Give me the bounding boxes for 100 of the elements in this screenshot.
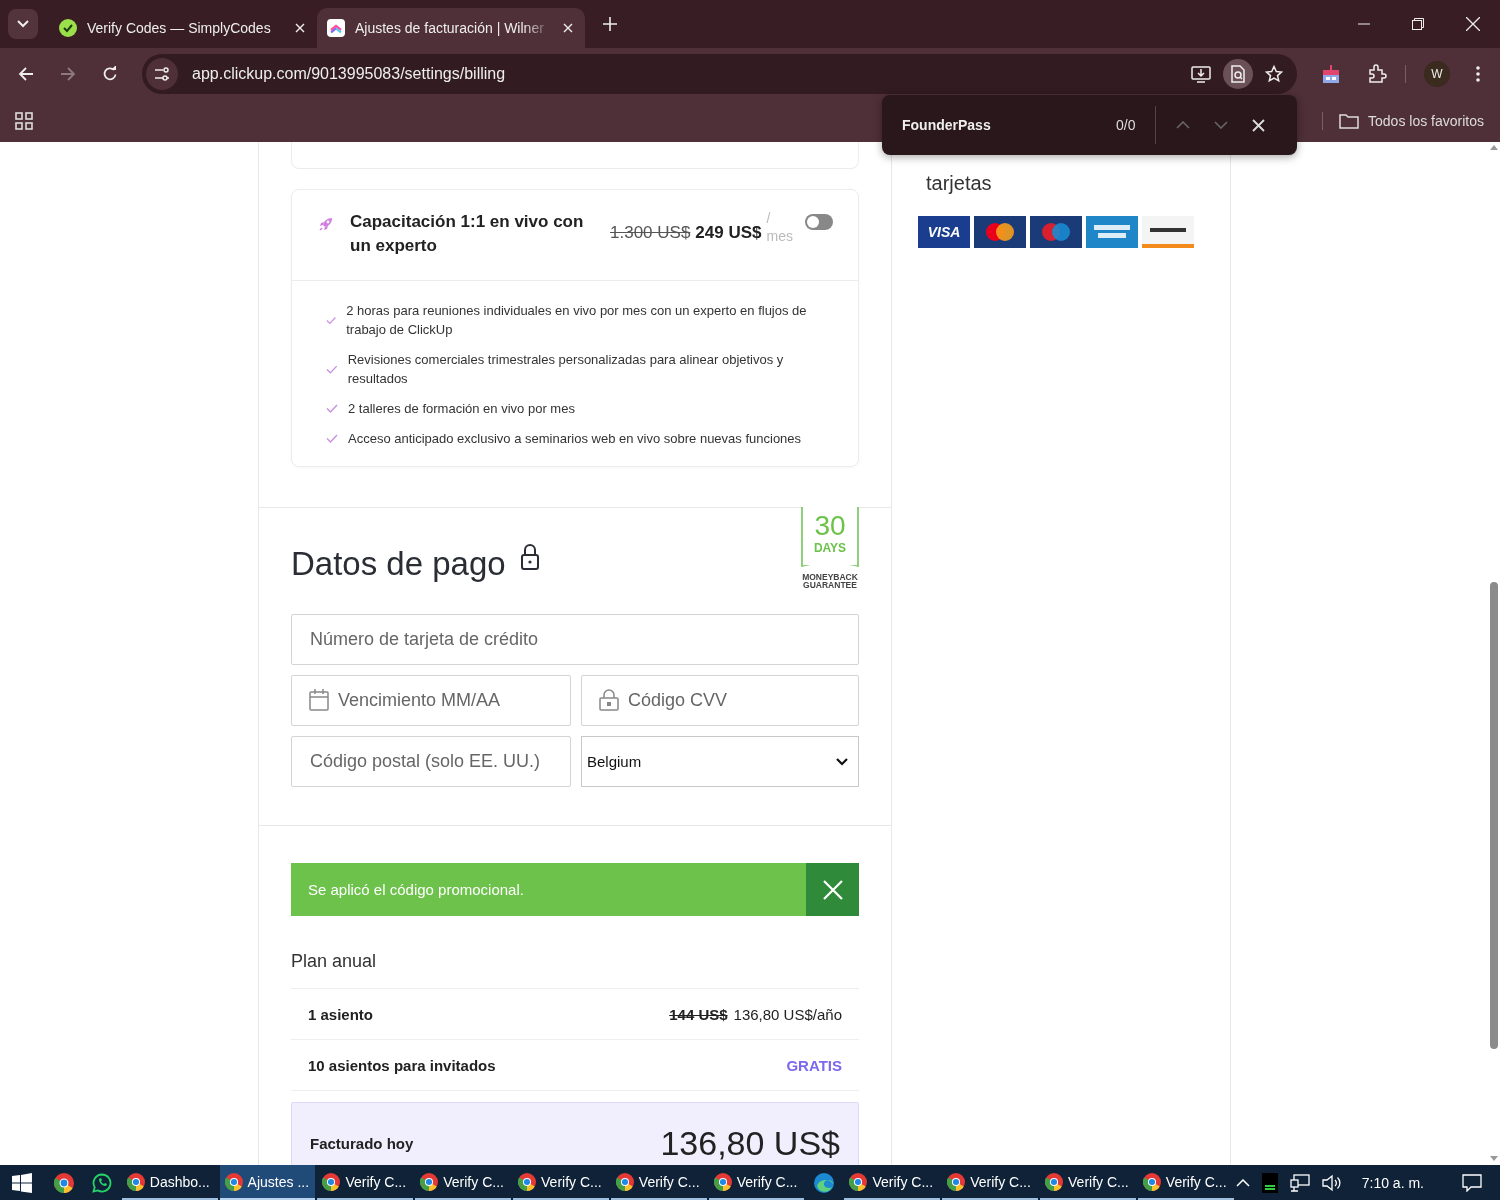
menu-icon[interactable] — [1476, 66, 1480, 82]
card-logo-icon — [1086, 216, 1138, 248]
close-icon[interactable] — [295, 23, 305, 33]
star-icon[interactable] — [1265, 65, 1283, 83]
close-icon — [822, 879, 843, 900]
reload-icon[interactable] — [102, 66, 118, 82]
card-logo: VISA — [918, 216, 970, 248]
toggle-switch[interactable] — [804, 214, 833, 230]
volume-icon[interactable] — [1321, 1173, 1342, 1192]
taskbar-window[interactable]: Verify C... — [708, 1165, 805, 1200]
chrome-icon — [126, 1172, 145, 1191]
billing-period: mes — [766, 228, 793, 244]
forward-icon[interactable] — [60, 66, 76, 82]
scroll-up-icon[interactable] — [1490, 145, 1498, 150]
feature-text: Revisiones comerciales trimestrales personalizadas para alinear objetivos y resultados — [347, 351, 785, 388]
taskbar-window[interactable]: Dashbo... — [121, 1165, 218, 1200]
feature-text: 2 horas para reuniones individuales en vivo por mes con un experto en flujos de trabajo de ClickUp — [346, 302, 808, 339]
bookmarks-folder[interactable]: Todos los favoritos — [1339, 113, 1484, 129]
old-price: 144 US$ — [669, 1005, 728, 1023]
taskbar-window[interactable]: Verify C... — [844, 1165, 941, 1200]
section-title: Datos de pago — [291, 544, 506, 583]
total-label: Facturado hoy — [310, 1134, 414, 1152]
card-logo-icon — [1030, 216, 1082, 248]
chrome-icon — [947, 1172, 966, 1191]
feature-text: 2 talleres de formación en vivo por mes — [348, 400, 575, 418]
taskbar-window[interactable]: Verify C... — [317, 1165, 414, 1200]
check-icon — [326, 315, 337, 325]
taskbar-window[interactable]: Verify C... — [942, 1165, 1039, 1200]
price-separator: / — [766, 210, 772, 226]
check-icon — [326, 364, 338, 374]
site-settings-icon[interactable] — [146, 58, 178, 90]
taskbar-window[interactable]: Verify C... — [513, 1165, 609, 1200]
cards-heading: tarjetas — [926, 171, 993, 196]
close-icon[interactable] — [1252, 118, 1266, 132]
total-amount: 136,80 US$ — [660, 1123, 840, 1163]
browser-tab[interactable]: Verify Codes — SimplyCodes — [49, 8, 317, 48]
match-count: 0/0 — [1116, 117, 1136, 133]
close-icon[interactable] — [1466, 17, 1480, 31]
find-in-page-icon[interactable] — [1223, 59, 1253, 89]
chevron-up-icon[interactable] — [1235, 1178, 1250, 1187]
new-tab-icon[interactable] — [603, 17, 617, 31]
next-match-icon[interactable] — [1214, 121, 1229, 129]
install-app-icon[interactable] — [1191, 65, 1211, 83]
plan-title: Plan anual — [291, 951, 859, 989]
close-alert-button[interactable] — [806, 863, 859, 916]
notifications-icon[interactable] — [1462, 1173, 1482, 1192]
close-icon[interactable] — [563, 23, 573, 33]
line-item-label: 1 asiento — [308, 1005, 374, 1023]
back-icon[interactable] — [18, 66, 34, 82]
feature-text: Acceso anticipado exclusivo a seminarios web en vivo sobre nuevas funciones — [348, 430, 802, 448]
addon-title: Capacitación 1:1 en vivo con un experto — [350, 211, 585, 257]
chrome-icon — [420, 1172, 439, 1191]
taskbar-window[interactable]: Verify C... — [610, 1165, 707, 1200]
rocket-icon — [318, 216, 334, 232]
chrome-icon — [518, 1172, 537, 1191]
meter-icon[interactable] — [1261, 1172, 1278, 1193]
find-field[interactable]: FounderPass — [900, 116, 1084, 134]
previous-match-icon[interactable] — [1176, 121, 1191, 129]
taskbar-window[interactable]: Verify C... — [1040, 1165, 1136, 1200]
alert-message: Se aplicó el código promocional. — [308, 881, 525, 898]
price: 249 US$ — [695, 223, 762, 243]
lock-icon — [519, 543, 540, 571]
country-select[interactable]: Belgium — [581, 736, 859, 787]
windows-start-icon[interactable] — [12, 1172, 32, 1193]
taskbar-window[interactable]: Verify C... — [415, 1165, 512, 1200]
restore-icon[interactable] — [1412, 18, 1424, 30]
line-item-label: 10 asientos para invitados — [308, 1056, 496, 1074]
card-number-field[interactable]: Número de tarjeta de crédito — [291, 614, 859, 665]
chrome-icon — [1142, 1172, 1161, 1191]
chrome-icon — [224, 1172, 243, 1191]
scroll-down-icon[interactable] — [1490, 1156, 1498, 1161]
address-bar[interactable]: app.clickup.com/9013995083/settings/billing — [142, 54, 1297, 94]
chrome-icon — [615, 1172, 634, 1191]
card-logo-icon — [1142, 216, 1194, 248]
line-item-price: 136,80 US$/año — [733, 1005, 842, 1023]
taskbar-window[interactable]: Ajustes ... — [219, 1165, 316, 1200]
browser-tab[interactable]: Ajustes de facturación | Wilner — [317, 8, 585, 48]
cvv-field[interactable]: Código CVV — [581, 675, 859, 726]
chevron-down-icon — [17, 20, 29, 28]
expiry-field[interactable]: Vencimiento MM/AA — [291, 675, 571, 726]
scroll-thumb[interactable] — [1490, 582, 1498, 1049]
chrome-icon — [849, 1172, 868, 1191]
shop-icon[interactable] — [1321, 64, 1341, 84]
line-item-price: GRATIS — [786, 1056, 842, 1074]
profile-avatar[interactable]: W — [1424, 61, 1450, 87]
clock[interactable]: 7:10 a. m. — [1361, 1174, 1424, 1191]
card-logo-icon — [974, 216, 1026, 248]
chrome-icon — [713, 1172, 732, 1191]
chrome-icon — [1045, 1172, 1064, 1191]
tab-list-button[interactable] — [8, 9, 38, 39]
network-icon[interactable] — [1289, 1173, 1310, 1192]
folder-icon — [1339, 113, 1360, 129]
taskbar-window[interactable]: Verify C... — [1137, 1165, 1234, 1200]
postal-code-field[interactable]: Código postal (solo EE. UU.) — [291, 736, 571, 787]
apps-grid-icon[interactable] — [15, 112, 33, 130]
check-badge-icon — [59, 19, 77, 37]
app-logo-icon — [327, 19, 345, 37]
extensions-icon[interactable] — [1367, 64, 1387, 84]
chevron-down-icon — [836, 757, 848, 766]
check-icon — [326, 434, 338, 443]
